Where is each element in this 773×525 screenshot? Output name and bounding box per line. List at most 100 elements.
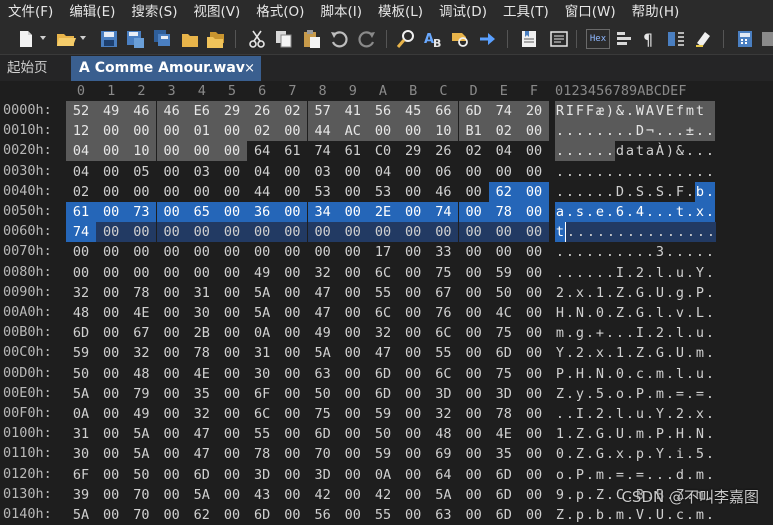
hex-byte[interactable]: 00: [308, 242, 338, 262]
hex-byte[interactable]: 00: [217, 283, 247, 303]
hex-byte[interactable]: 00: [277, 505, 307, 525]
hex-byte[interactable]: 00: [338, 182, 368, 202]
hex-byte[interactable]: 00: [459, 263, 489, 283]
hex-byte[interactable]: 63: [308, 364, 338, 384]
paste-icon[interactable]: [302, 29, 322, 49]
ascii-text[interactable]: ......I.2.l.u.Y.: [555, 263, 715, 283]
hex-byte[interactable]: 00: [277, 202, 308, 222]
hex-byte[interactable]: 00: [96, 485, 126, 505]
hex-byte[interactable]: 49: [308, 323, 338, 343]
hex-byte[interactable]: 67: [428, 283, 458, 303]
hex-byte[interactable]: 00: [217, 485, 247, 505]
open-folder-2-icon[interactable]: [180, 29, 200, 49]
hex-byte[interactable]: 00: [217, 465, 247, 485]
hex-byte[interactable]: 00: [368, 121, 398, 142]
hex-byte[interactable]: 6C: [368, 303, 398, 323]
hex-byte[interactable]: 00: [247, 222, 278, 243]
hex-byte[interactable]: 55: [428, 343, 458, 363]
hex-byte[interactable]: 00: [488, 222, 519, 243]
hex-byte[interactable]: 59: [489, 263, 519, 283]
hex-byte[interactable]: 00: [338, 444, 368, 464]
hex-byte[interactable]: 6F: [66, 465, 96, 485]
hex-byte[interactable]: B1: [458, 121, 489, 142]
hex-byte[interactable]: 46: [428, 182, 458, 202]
menu-item[interactable]: 调试(D): [431, 0, 495, 24]
hex-byte[interactable]: 00: [157, 162, 187, 182]
hex-byte[interactable]: 00: [398, 303, 428, 323]
hex-byte[interactable]: 00: [96, 303, 126, 323]
hex-byte[interactable]: 00: [398, 162, 428, 182]
hex-byte[interactable]: 31: [66, 424, 96, 444]
hex-byte[interactable]: 00: [519, 485, 549, 505]
hex-byte[interactable]: 53: [308, 182, 338, 202]
menu-item[interactable]: 搜索(S): [123, 0, 185, 24]
hex-byte[interactable]: 00: [459, 343, 489, 363]
hex-byte[interactable]: 00: [156, 222, 187, 243]
hex-byte[interactable]: 00: [338, 404, 368, 424]
hex-byte[interactable]: 48: [66, 303, 96, 323]
hex-byte[interactable]: 00: [338, 303, 368, 323]
hex-byte[interactable]: 00: [337, 222, 368, 243]
hex-byte[interactable]: 2B: [187, 323, 217, 343]
hex-byte[interactable]: 73: [126, 202, 157, 222]
hex-byte[interactable]: 00: [519, 181, 549, 202]
hex-byte[interactable]: 00: [459, 444, 489, 464]
menu-item[interactable]: 文件(F): [0, 0, 61, 24]
hex-byte[interactable]: 00: [96, 222, 127, 243]
hex-byte[interactable]: 00: [157, 505, 187, 525]
hex-byte[interactable]: 10: [428, 121, 459, 142]
hex-byte[interactable]: 6D: [368, 384, 398, 404]
menu-item[interactable]: 编辑(E): [61, 0, 123, 24]
hex-byte[interactable]: 00: [96, 283, 126, 303]
hex-byte[interactable]: 6D: [308, 424, 338, 444]
hex-byte[interactable]: 00: [277, 121, 308, 142]
hex-byte[interactable]: 5A: [247, 283, 277, 303]
hex-byte[interactable]: 5A: [126, 424, 156, 444]
hex-byte[interactable]: 00: [519, 384, 549, 404]
hex-byte[interactable]: 00: [398, 182, 428, 202]
hex-byte[interactable]: 00: [157, 182, 187, 202]
hex-byte[interactable]: 00: [157, 465, 187, 485]
hex-byte[interactable]: 00: [398, 202, 429, 222]
hex-byte[interactable]: 34: [307, 202, 338, 222]
ascii-text[interactable]: Y.2.x.1.Z.G.U.m.: [555, 343, 715, 363]
hex-byte[interactable]: 04: [247, 162, 277, 182]
hex-byte[interactable]: 00: [247, 242, 277, 262]
hex-byte[interactable]: 00: [277, 303, 307, 323]
hex-byte[interactable]: 00: [157, 283, 187, 303]
hex-byte[interactable]: 17: [368, 242, 398, 262]
hex-byte[interactable]: 44: [307, 121, 338, 142]
hex-byte[interactable]: 00: [459, 242, 489, 262]
hex-byte[interactable]: 00: [217, 424, 247, 444]
hex-byte[interactable]: 32: [187, 404, 217, 424]
hex-byte[interactable]: 03: [308, 162, 338, 182]
hex-byte[interactable]: 6D: [247, 505, 277, 525]
hex-byte[interactable]: 42: [368, 485, 398, 505]
hex-byte[interactable]: 00: [458, 222, 489, 243]
hex-byte[interactable]: 00: [187, 242, 217, 262]
hex-byte[interactable]: 2E: [368, 202, 398, 222]
hex-byte[interactable]: 00: [459, 505, 489, 525]
hex-byte[interactable]: 00: [338, 343, 368, 363]
hex-byte[interactable]: 00: [187, 263, 217, 283]
hex-byte[interactable]: 04: [66, 141, 96, 162]
hex-byte[interactable]: 6C: [428, 364, 458, 384]
hex-byte[interactable]: 00: [277, 444, 307, 464]
hex-byte[interactable]: 00: [398, 404, 428, 424]
hex-byte[interactable]: 00: [157, 303, 187, 323]
hex-byte[interactable]: 0A: [247, 323, 277, 343]
hex-byte[interactable]: 00: [428, 222, 459, 243]
ascii-text[interactable]: ...... d a t a À) &...: [555, 141, 715, 162]
hex-byte[interactable]: 00: [277, 384, 307, 404]
hex-byte[interactable]: 5A: [66, 384, 96, 404]
hex-byte[interactable]: 49: [96, 101, 127, 121]
ascii-text[interactable]: 0.Z.G.x.p.Y.i.5.: [555, 444, 715, 464]
save-icon[interactable]: [99, 29, 119, 49]
hex-byte[interactable]: 78: [187, 343, 217, 363]
hex-byte[interactable]: 47: [368, 343, 398, 363]
hex-byte[interactable]: 00: [398, 485, 428, 505]
hex-byte[interactable]: 31: [247, 343, 277, 363]
hex-byte[interactable]: 00: [277, 182, 307, 202]
hex-byte[interactable]: 6D: [489, 465, 519, 485]
hex-byte[interactable]: 53: [368, 182, 398, 202]
